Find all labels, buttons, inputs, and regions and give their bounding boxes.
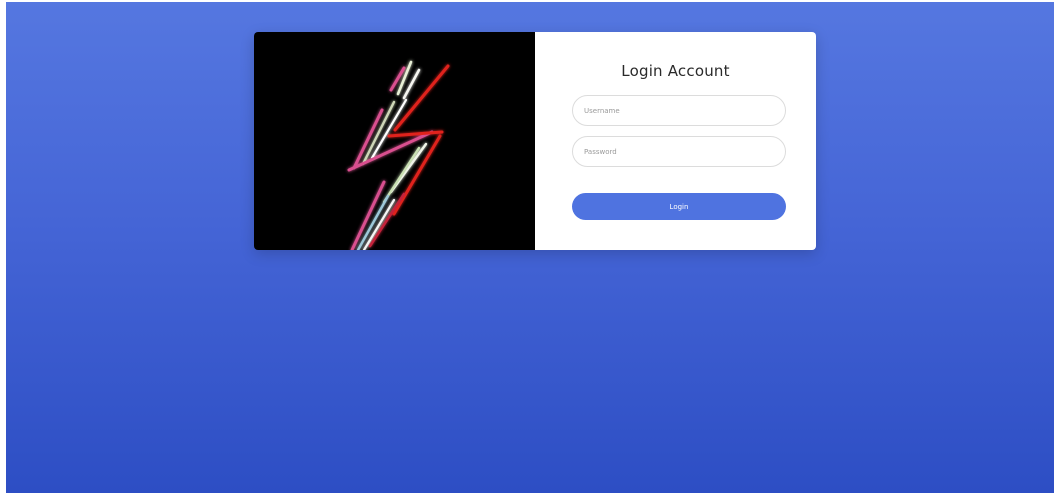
login-button[interactable]: Login xyxy=(572,193,786,220)
login-card: Login Account Login xyxy=(254,32,816,250)
neon-lightning-icon xyxy=(347,60,450,250)
page-background: Login Account Login xyxy=(6,2,1054,493)
username-input[interactable] xyxy=(572,95,786,126)
form-title: Login Account xyxy=(621,62,730,80)
password-input[interactable] xyxy=(572,136,786,167)
login-form: Login Account Login xyxy=(535,32,816,250)
neon-lightning-image xyxy=(254,32,535,250)
